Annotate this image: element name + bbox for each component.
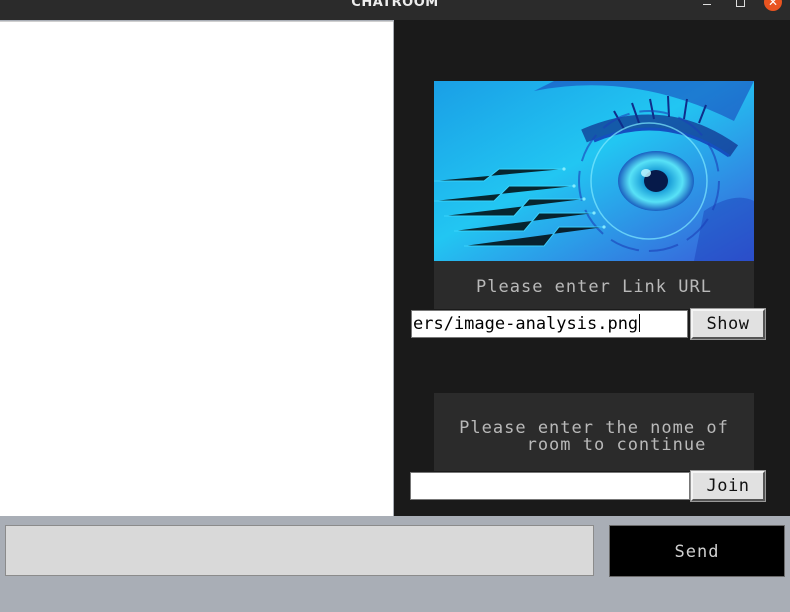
room-name-label-box: Please enter the nome of room to continu… — [434, 393, 754, 471]
minimize-icon[interactable] — [698, 0, 716, 14]
message-input[interactable] — [5, 525, 594, 576]
send-button[interactable]: Send — [609, 525, 785, 577]
maximize-icon[interactable] — [731, 0, 749, 14]
link-url-input[interactable]: ers/image-analysis.png — [411, 310, 688, 338]
window-title: CHATROOM — [351, 0, 439, 10]
link-url-label: Please enter Link URL — [434, 261, 754, 309]
text-caret — [639, 314, 641, 332]
title-bar: CHATROOM ✕ — [0, 0, 790, 20]
room-name-label: Please enter the nome of room to continu… — [459, 418, 729, 455]
show-button[interactable]: Show — [690, 308, 766, 340]
link-url-value: ers/image-analysis.png — [413, 314, 639, 334]
chat-messages-area[interactable] — [0, 21, 393, 517]
room-name-input[interactable] — [410, 472, 690, 500]
cyber-eye-image — [434, 81, 754, 261]
join-button[interactable]: Join — [690, 470, 766, 502]
